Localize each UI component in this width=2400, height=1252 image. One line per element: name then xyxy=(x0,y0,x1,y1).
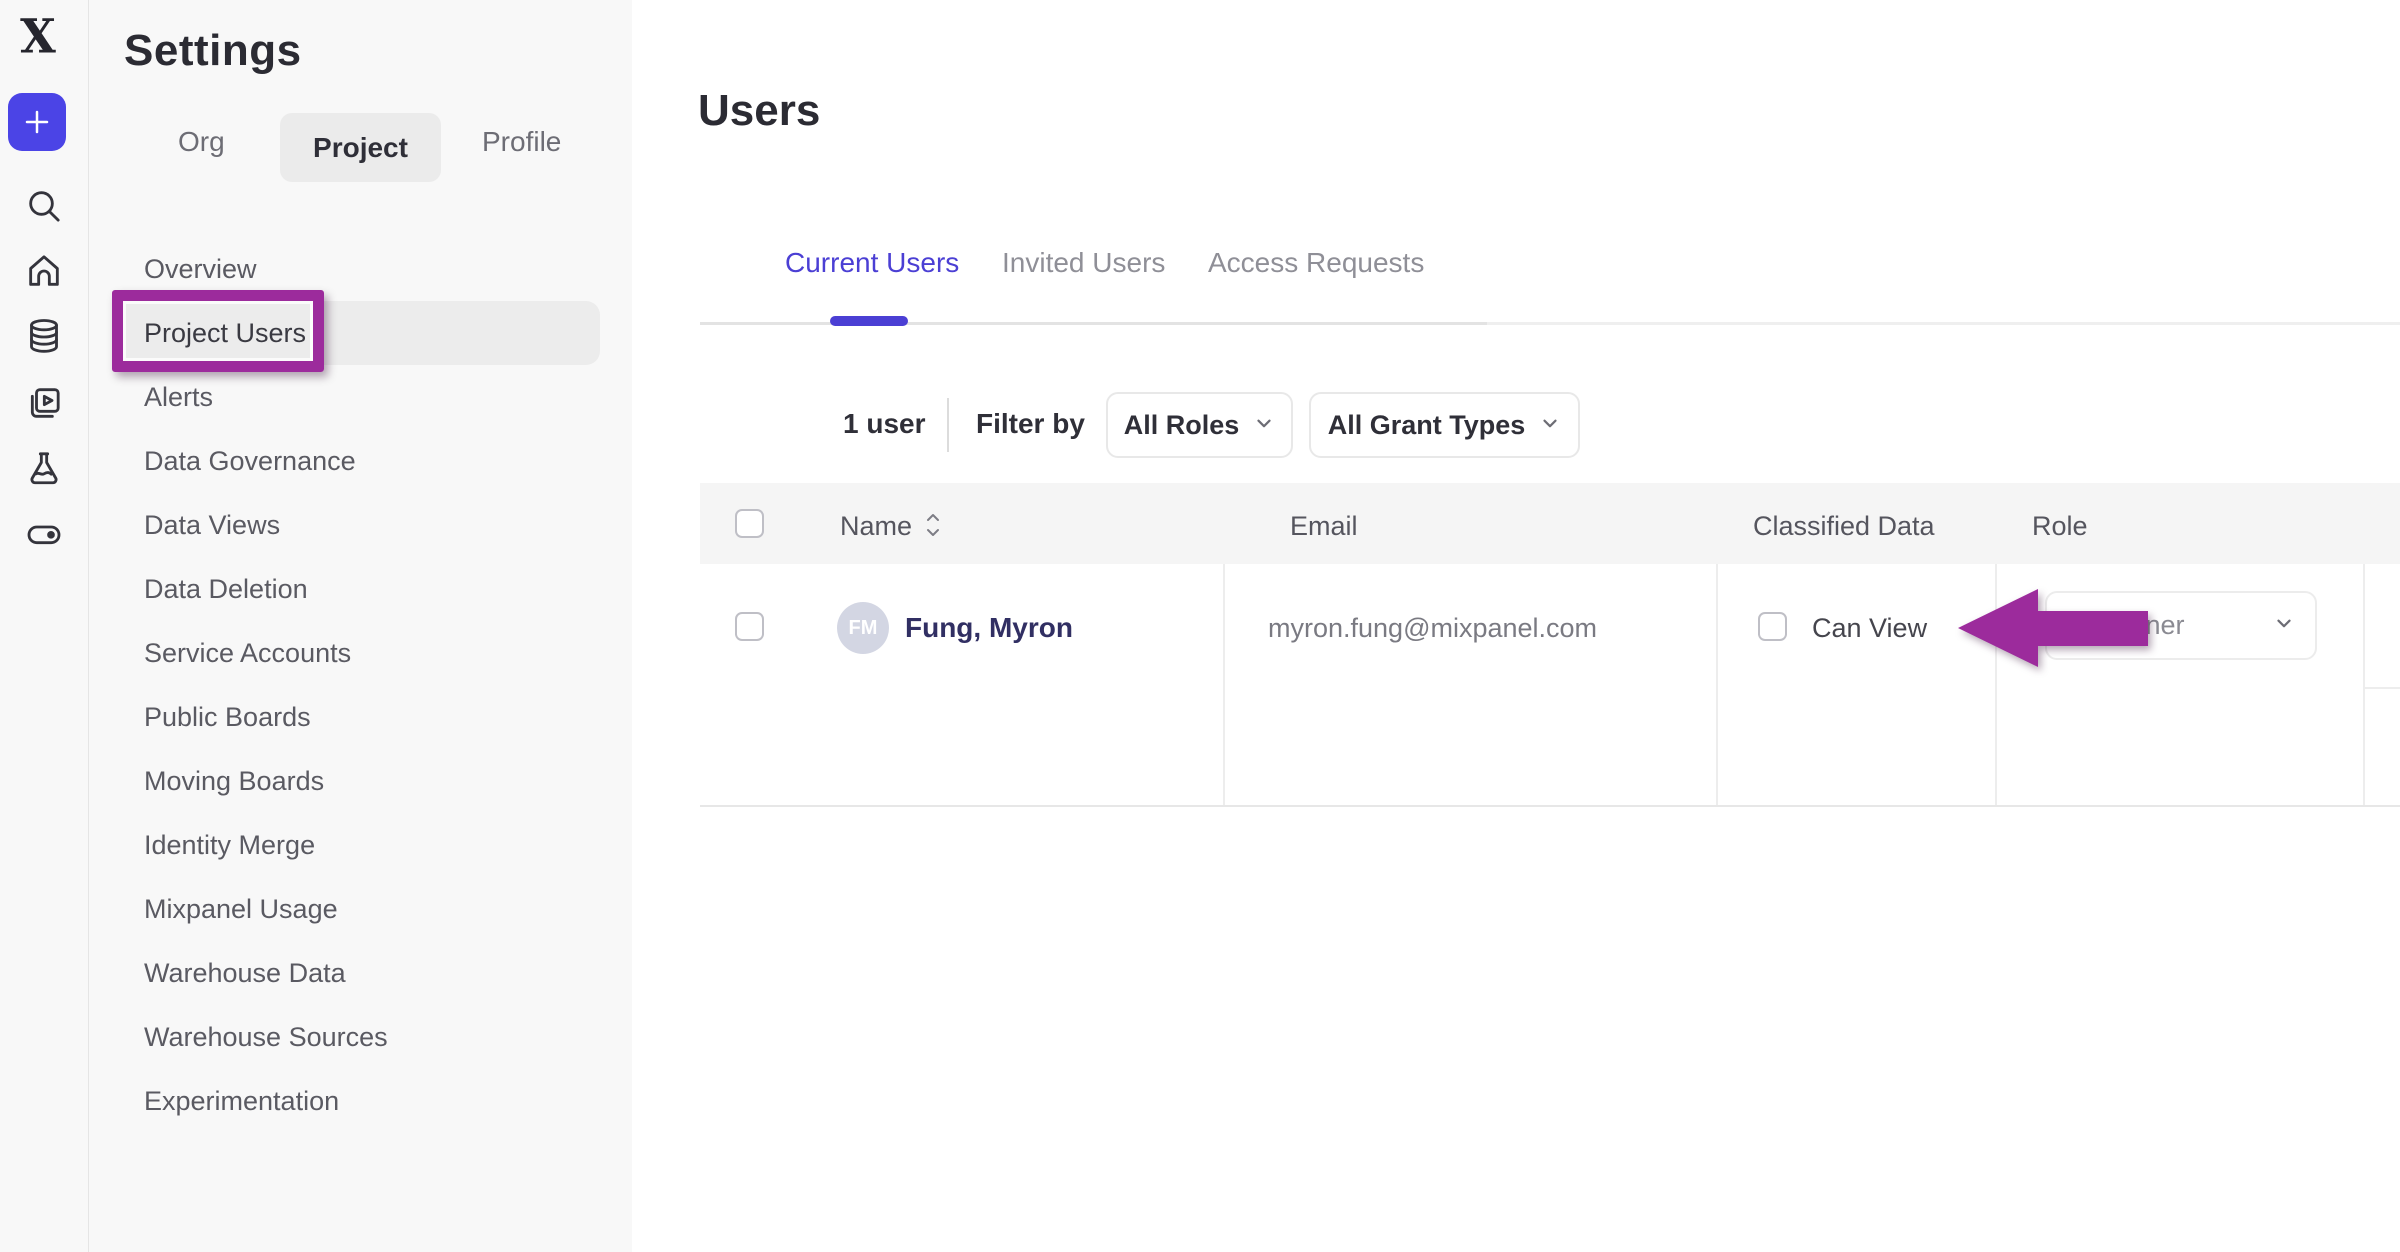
plus-icon xyxy=(22,107,52,137)
chevron-down-icon xyxy=(1539,410,1561,441)
sidebar-item-moving-boards[interactable]: Moving Boards xyxy=(89,749,632,813)
sidebar-item-warehouse-data[interactable]: Warehouse Data xyxy=(89,941,632,1005)
tab-org[interactable]: Org xyxy=(178,126,225,158)
all-roles-label: All Roles xyxy=(1124,410,1240,441)
sidebar-item-service-accounts[interactable]: Service Accounts xyxy=(89,621,632,685)
data-icon[interactable] xyxy=(24,316,64,356)
sort-icon[interactable] xyxy=(924,511,942,539)
classified-data-checkbox[interactable] xyxy=(1758,612,1787,641)
icon-rail: X xyxy=(0,0,89,1252)
tabs-divider xyxy=(700,322,1487,325)
experiments-flask-icon[interactable] xyxy=(24,448,64,488)
role-dropdown[interactable]: Owner xyxy=(2045,591,2317,660)
chevron-down-icon xyxy=(2273,612,2295,639)
page-title: Users xyxy=(698,86,820,136)
column-header-role: Role xyxy=(2032,511,2088,542)
sidebar-item-public-boards[interactable]: Public Boards xyxy=(89,685,632,749)
column-divider xyxy=(1995,564,1997,805)
sidebar-item-mixpanel-usage[interactable]: Mixpanel Usage xyxy=(89,877,632,941)
column-header-name: Name xyxy=(840,511,912,542)
partial-column-divider xyxy=(2365,687,2400,689)
mixpanel-logo-glyph: X xyxy=(20,8,56,63)
filter-separator xyxy=(947,398,949,452)
project-users-panel: Users Current Users Invited Users Access… xyxy=(632,0,2400,1252)
all-grant-types-label: All Grant Types xyxy=(1328,410,1526,441)
home-icon[interactable] xyxy=(24,251,64,291)
sidebar-item-overview[interactable]: Overview xyxy=(89,237,632,301)
avatar: FM xyxy=(837,602,889,654)
row-divider xyxy=(700,805,2400,807)
filter-by-label: Filter by xyxy=(976,408,1085,440)
user-count: 1 user xyxy=(843,408,926,440)
chevron-down-icon xyxy=(1253,410,1275,441)
mixpanel-logo[interactable]: X xyxy=(10,8,66,64)
sidebar-item-warehouse-sources[interactable]: Warehouse Sources xyxy=(89,1005,632,1069)
classified-data-label: Can View xyxy=(1812,613,1927,644)
mixpanel-project-settings-screen: X xyxy=(0,0,2400,1252)
column-divider xyxy=(2363,564,2365,805)
column-divider xyxy=(1716,564,1718,805)
user-email: myron.fung@mixpanel.com xyxy=(1268,613,1597,644)
tab-profile[interactable]: Profile xyxy=(482,126,561,158)
table-header xyxy=(700,483,2400,564)
row-select-checkbox[interactable] xyxy=(735,612,764,641)
all-grant-types-dropdown[interactable]: All Grant Types xyxy=(1309,392,1580,458)
column-divider xyxy=(1223,564,1225,805)
sidebar-item-data-views[interactable]: Data Views xyxy=(89,493,632,557)
select-all-checkbox[interactable] xyxy=(735,509,764,538)
boards-icon[interactable] xyxy=(24,383,64,423)
settings-title: Settings xyxy=(124,26,302,76)
tab-invited-users[interactable]: Invited Users xyxy=(1002,247,1165,279)
create-button[interactable] xyxy=(8,93,66,151)
sidebar-item-data-governance[interactable]: Data Governance xyxy=(89,429,632,493)
tab-current-users[interactable]: Current Users xyxy=(785,247,959,279)
search-icon[interactable] xyxy=(24,186,64,226)
role-value: Owner xyxy=(2105,610,2261,641)
toggle-icon[interactable] xyxy=(24,514,64,554)
avatar-initials: FM xyxy=(849,617,878,640)
active-tab-indicator xyxy=(830,316,908,326)
settings-nav: Overview Project Users Alerts Data Gover… xyxy=(89,237,632,1133)
column-header-email: Email xyxy=(1290,511,1358,542)
sidebar-item-identity-merge[interactable]: Identity Merge xyxy=(89,813,632,877)
sidebar-item-project-users[interactable]: Project Users xyxy=(89,301,632,365)
user-name-link[interactable]: Fung, Myron xyxy=(905,612,1073,644)
tab-project[interactable]: Project xyxy=(280,113,441,182)
column-header-classified-data: Classified Data xyxy=(1753,511,1935,542)
tabs-divider-light xyxy=(1487,322,2400,325)
all-roles-dropdown[interactable]: All Roles xyxy=(1106,392,1293,458)
sidebar-item-alerts[interactable]: Alerts xyxy=(89,365,632,429)
sidebar-item-experimentation[interactable]: Experimentation xyxy=(89,1069,632,1133)
lock-icon xyxy=(2067,610,2093,641)
sidebar-item-data-deletion[interactable]: Data Deletion xyxy=(89,557,632,621)
tab-access-requests[interactable]: Access Requests xyxy=(1208,247,1424,279)
settings-sidebar: Settings Org Project Profile Overview Pr… xyxy=(89,0,632,1252)
